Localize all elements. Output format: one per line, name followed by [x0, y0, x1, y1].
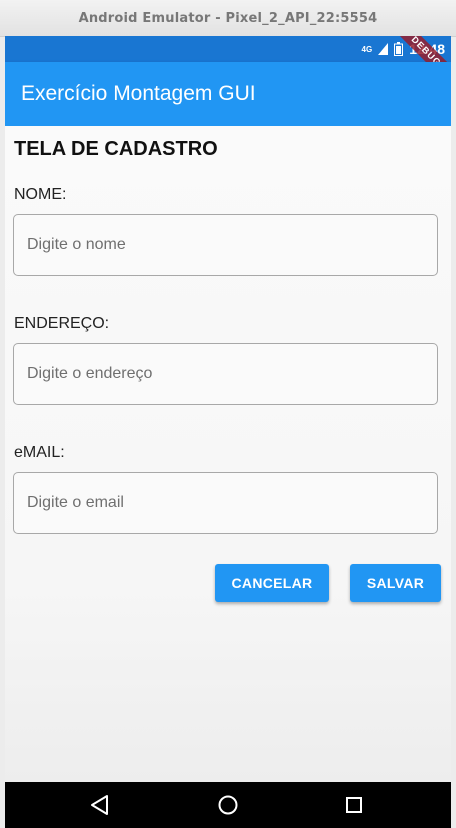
address-label: ENDEREÇO: — [14, 315, 110, 332]
status-bar: 4G 12:48 DEBUG — [5, 36, 451, 96]
window-titlebar[interactable]: Android Emulator - Pixel_2_API_22:5554 — [0, 0, 456, 37]
device-screen: 4G 12:48 DEBUG Exercício Montagem GUI TE… — [5, 36, 451, 828]
back-icon[interactable] — [87, 792, 113, 818]
network-type-label: 4G — [361, 44, 373, 54]
cancel-button[interactable]: CANCELAR — [215, 564, 329, 602]
address-input[interactable] — [13, 343, 438, 405]
window-title: Android Emulator - Pixel_2_API_22:5554 — [78, 10, 378, 26]
screen-heading: TELA DE CADASTRO — [14, 138, 218, 160]
name-label: NOME: — [14, 186, 67, 203]
email-input[interactable] — [13, 472, 438, 534]
registration-form: TELA DE CADASTRO NOME: ENDEREÇO: eMAIL: … — [5, 126, 451, 782]
name-input[interactable] — [13, 214, 438, 276]
app-bar-title: Exercício Montagem GUI — [21, 82, 256, 105]
signal-icon — [378, 43, 389, 55]
save-button[interactable]: SALVAR — [350, 564, 441, 602]
navigation-bar — [5, 782, 451, 828]
battery-icon — [394, 42, 404, 56]
app-bar: Exercício Montagem GUI — [5, 62, 451, 126]
home-icon[interactable] — [215, 792, 241, 818]
recents-icon[interactable] — [341, 792, 367, 818]
email-label: eMAIL: — [14, 444, 65, 461]
emulator-window: Android Emulator - Pixel_2_API_22:5554 4… — [0, 0, 456, 828]
